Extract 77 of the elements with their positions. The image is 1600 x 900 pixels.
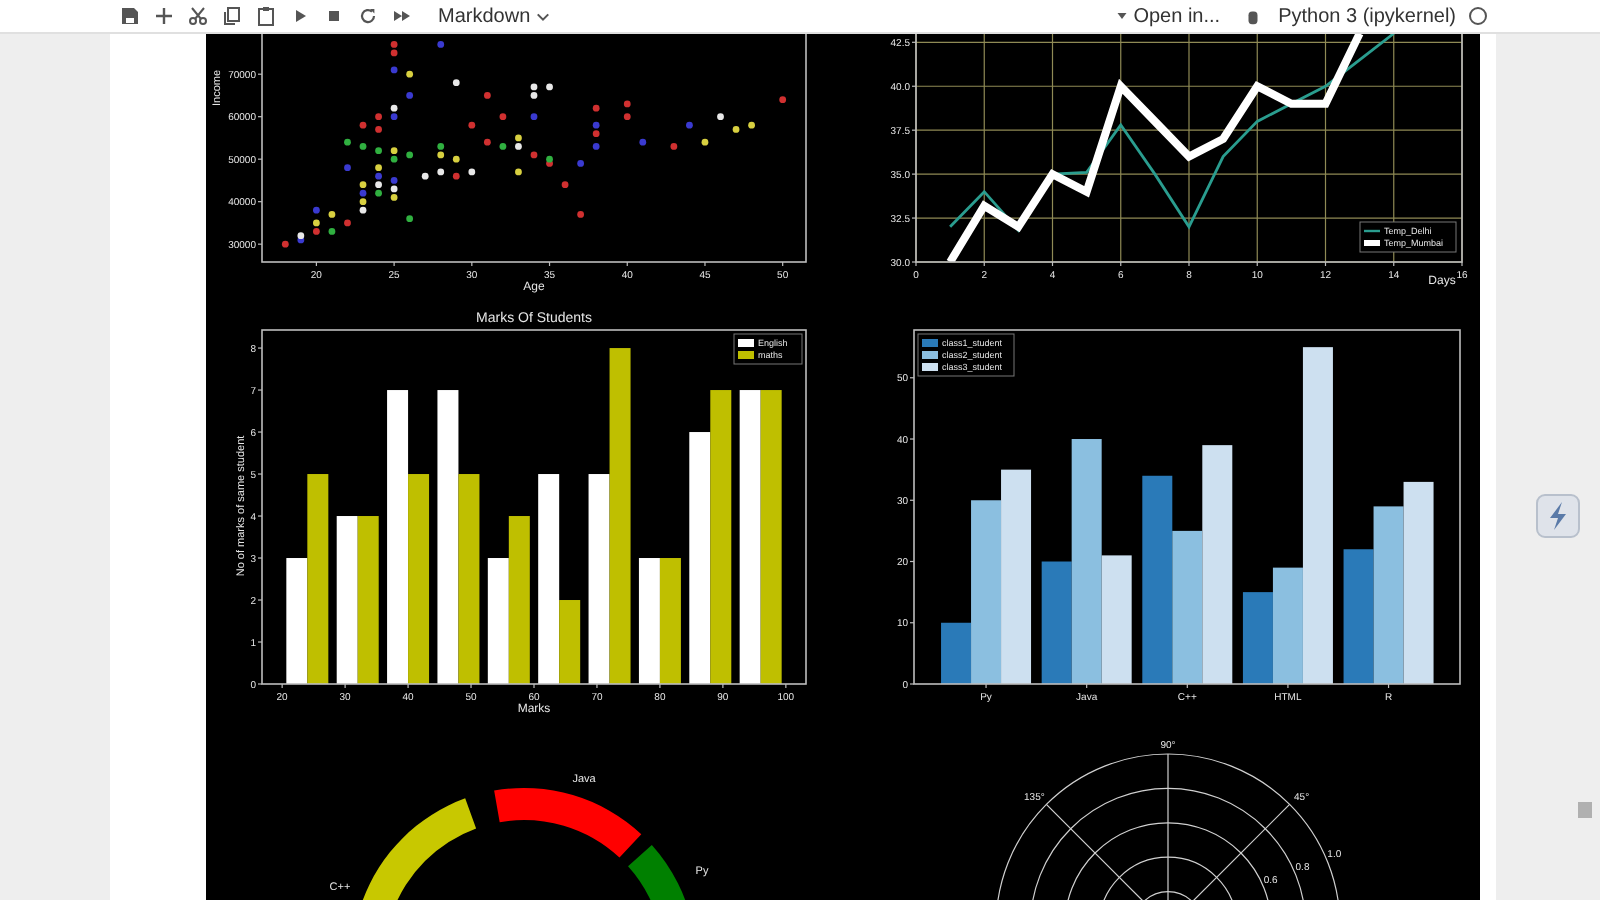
data-point — [344, 219, 351, 227]
caret-icon — [1115, 10, 1128, 22]
save-icon[interactable] — [120, 6, 140, 26]
data-point — [670, 143, 678, 150]
copy-icon[interactable] — [222, 6, 242, 26]
legend-box — [917, 333, 1015, 377]
caret-icon — [536, 9, 551, 23]
data-point — [686, 121, 693, 129]
data-point — [779, 96, 787, 104]
data-point — [592, 104, 600, 112]
data-point — [452, 79, 460, 87]
data-point — [328, 211, 336, 218]
data-point — [437, 41, 445, 48]
cut-icon[interactable] — [188, 6, 208, 26]
data-point — [344, 164, 351, 172]
legend-swatch — [922, 363, 938, 371]
bar — [659, 558, 681, 684]
data-point — [359, 143, 367, 150]
data-point — [375, 126, 382, 133]
data-point — [406, 70, 414, 78]
bar — [1242, 592, 1273, 684]
data-point — [406, 215, 414, 223]
extension-icon[interactable] — [1536, 494, 1580, 538]
run-icon[interactable] — [290, 6, 310, 26]
legend-swatch — [738, 351, 754, 359]
data-point — [406, 151, 414, 159]
data-point — [577, 160, 585, 167]
data-point — [623, 113, 631, 121]
data-point — [313, 206, 320, 214]
data-point — [499, 143, 507, 150]
data-point — [546, 83, 553, 91]
data-point — [717, 113, 724, 121]
data-point — [359, 121, 367, 129]
data-point — [732, 126, 740, 133]
legend-box — [1359, 221, 1457, 253]
stop-icon[interactable] — [324, 6, 344, 26]
data-point — [281, 240, 289, 248]
data-point — [592, 143, 600, 150]
data-point — [468, 121, 476, 129]
scroll-marker[interactable] — [1578, 802, 1592, 818]
kernel-name[interactable]: Python 3 (ipykernel) — [1278, 1, 1456, 31]
data-point — [748, 121, 755, 129]
bar — [638, 558, 660, 684]
open-in-button[interactable]: Open in... — [1115, 1, 1221, 31]
paste-icon[interactable] — [256, 6, 276, 26]
data-point — [515, 168, 522, 176]
data-point — [344, 138, 351, 146]
data-point — [375, 147, 382, 155]
add-icon[interactable] — [154, 6, 174, 26]
data-point — [328, 228, 336, 235]
data-point — [530, 113, 538, 121]
data-point — [468, 168, 476, 176]
data-point — [701, 138, 709, 146]
data-point — [483, 138, 491, 146]
data-point — [499, 113, 507, 121]
legend-swatch — [922, 351, 938, 359]
data-point — [530, 151, 538, 159]
data-point — [406, 92, 414, 99]
data-point — [639, 138, 647, 146]
restart-icon[interactable] — [358, 6, 378, 26]
data-point — [452, 172, 460, 180]
bar — [487, 558, 509, 684]
data-point — [452, 155, 460, 163]
data-point — [421, 172, 429, 180]
legend-swatch — [738, 339, 754, 347]
data-point — [623, 100, 631, 108]
data-point — [577, 211, 585, 218]
data-point — [437, 168, 445, 176]
data-point — [561, 181, 569, 189]
legend-swatch — [1364, 240, 1380, 246]
data-point — [390, 66, 398, 74]
cell-type-dropdown[interactable]: Markdown — [438, 1, 551, 31]
data-point — [483, 92, 491, 99]
fast-forward-icon[interactable] — [392, 6, 412, 26]
bar — [1343, 549, 1374, 684]
data-point — [375, 113, 382, 121]
legend-swatch — [922, 339, 938, 347]
